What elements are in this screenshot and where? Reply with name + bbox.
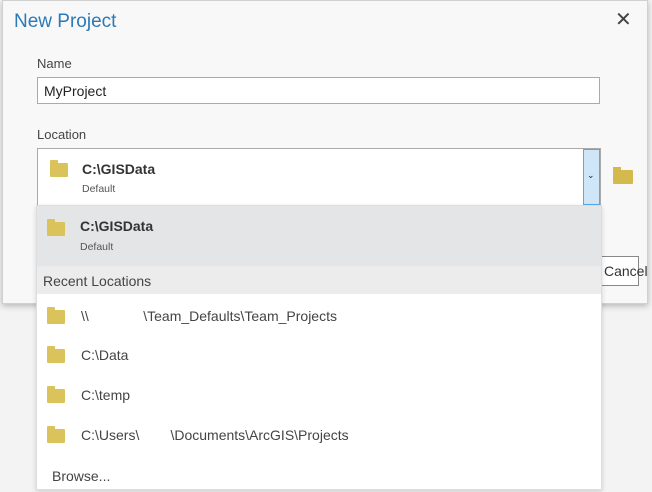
name-label: Name <box>37 56 72 71</box>
cancel-label: Cancel <box>604 263 648 279</box>
chevron-down-icon: ⌄ <box>587 170 595 180</box>
folder-icon <box>47 386 65 403</box>
name-input[interactable]: MyProject <box>37 77 600 104</box>
folder-icon <box>47 307 65 324</box>
recent-location-item[interactable]: \\ \Team_Defaults\Team_Projects <box>37 296 601 336</box>
recent-locations-header: Recent Locations <box>37 266 601 294</box>
location-label: Location <box>37 127 87 142</box>
selected-location-sub: Default <box>82 183 116 195</box>
browse-option[interactable]: Browse... <box>52 468 110 484</box>
folder-icon <box>47 426 65 443</box>
dropdown-current-item[interactable]: C:\GISData Default <box>37 206 601 266</box>
dialog-title: New Project <box>14 11 117 32</box>
folder-icon <box>47 346 65 363</box>
recent-location-path: \\ \Team_Defaults\Team_Projects <box>81 308 337 324</box>
selected-location-path: C:\GISData <box>82 161 156 177</box>
close-icon[interactable]: ✕ <box>615 7 632 32</box>
folder-icon <box>47 219 65 236</box>
folder-icon <box>50 160 68 177</box>
current-path: C:\GISData <box>80 218 154 234</box>
recent-location-path: C:\temp <box>81 387 131 403</box>
location-combobox[interactable]: C:\GISData Default ⌄ <box>37 148 601 206</box>
recent-location-item[interactable]: C:\Data <box>37 335 601 375</box>
recent-location-path: C:\Users\ \Documents\ArcGIS\Projects <box>81 427 349 443</box>
recent-location-item[interactable]: C:\Users\ \Documents\ArcGIS\Projects <box>37 415 601 455</box>
location-dropdown: C:\GISData Default Recent Locations \\ \… <box>36 205 602 490</box>
recent-location-item[interactable]: C:\temp <box>37 375 601 415</box>
browse-folder-icon[interactable] <box>613 167 633 184</box>
dropdown-button[interactable]: ⌄ <box>583 149 600 205</box>
current-sub: Default <box>80 241 114 253</box>
recent-location-path: C:\Data <box>81 347 129 363</box>
